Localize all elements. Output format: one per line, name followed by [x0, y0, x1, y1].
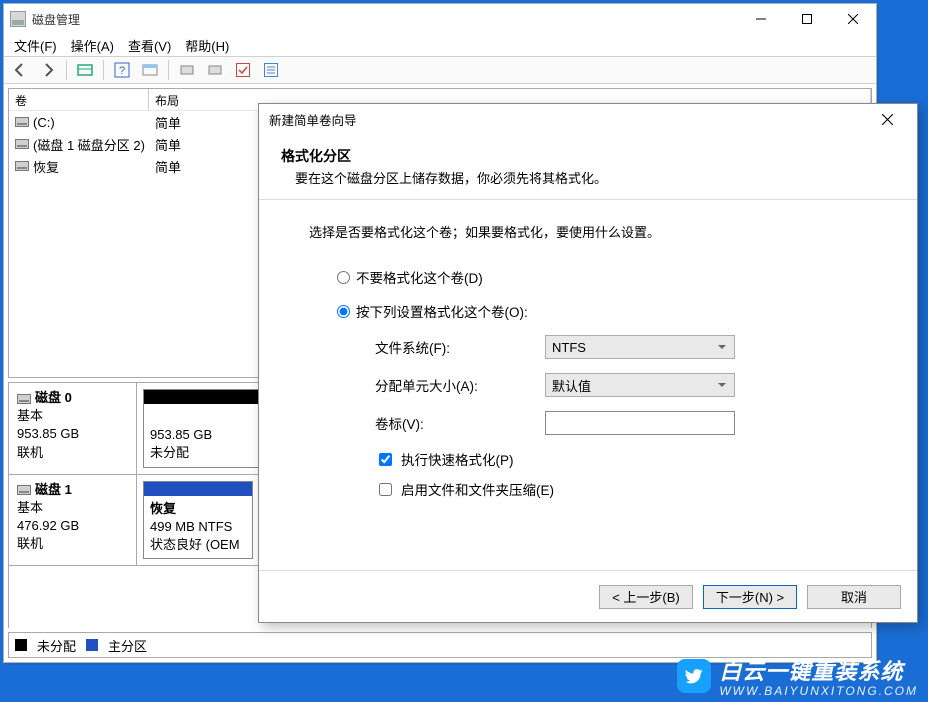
col-volume[interactable]: 卷: [9, 89, 149, 111]
dialog-footer: < 上一步(B) 下一步(N) > 取消: [259, 570, 917, 622]
watermark-brand: 白云一键重装系统: [719, 659, 903, 684]
menu-help[interactable]: 帮助(H): [185, 36, 229, 55]
menu-view[interactable]: 查看(V): [128, 36, 171, 55]
volume-icon: [15, 117, 29, 127]
combo-allocation[interactable]: 默认值: [545, 373, 735, 397]
disk-label: 磁盘 1 基本 476.92 GB 联机: [9, 475, 137, 566]
checkbox-compression-label: 启用文件和文件夹压缩(E): [401, 479, 554, 499]
checkbox-quick-format-label: 执行快速格式化(P): [401, 449, 514, 469]
checkbox-quick-format[interactable]: [379, 453, 392, 466]
window-title: 磁盘管理: [32, 11, 80, 28]
dialog-close-button[interactable]: [867, 104, 907, 134]
partition-bar: [144, 482, 252, 496]
help-icon[interactable]: ?: [110, 59, 134, 81]
radio-do-format[interactable]: [337, 305, 350, 318]
watermark-bird-icon: [677, 659, 711, 693]
svg-text:?: ?: [119, 65, 125, 77]
app-icon: [10, 11, 26, 27]
new-simple-volume-wizard: 新建简单卷向导 格式化分区 要在这个磁盘分区上储存数据，你必须先将其格式化。 选…: [258, 103, 918, 623]
dialog-instruction: 选择是否要格式化这个卷；如果要格式化，要使用什么设置。: [309, 222, 867, 241]
dialog-heading: 格式化分区: [281, 146, 895, 166]
label-allocation: 分配单元大小(A):: [375, 375, 545, 395]
toolbar-icon-3[interactable]: [175, 59, 199, 81]
radio-no-format-label: 不要格式化这个卷(D): [356, 267, 483, 287]
checkbox-compression[interactable]: [379, 483, 392, 496]
disk-icon: [17, 485, 31, 495]
menubar: 文件(F) 操作(A) 查看(V) 帮助(H): [4, 34, 876, 56]
toolbar-check-icon[interactable]: [231, 59, 255, 81]
next-button[interactable]: 下一步(N) >: [703, 585, 797, 609]
dialog-title: 新建简单卷向导: [269, 110, 357, 129]
maximize-button[interactable]: [784, 4, 830, 34]
label-volume-label: 卷标(V):: [375, 413, 545, 433]
toolbar: ?: [4, 56, 876, 84]
legend-swatch-primary: [86, 639, 98, 651]
input-volume-label[interactable]: [545, 411, 735, 435]
cancel-button[interactable]: 取消: [807, 585, 901, 609]
watermark-domain: WWW.BAIYUNXITONG.COM: [719, 684, 918, 698]
menu-file[interactable]: 文件(F): [14, 36, 57, 55]
toolbar-icon-2[interactable]: [138, 59, 162, 81]
dialog-titlebar[interactable]: 新建简单卷向导: [259, 104, 917, 134]
menu-action[interactable]: 操作(A): [71, 36, 114, 55]
radio-no-format[interactable]: [337, 271, 350, 284]
disk-icon: [17, 394, 31, 404]
forward-button[interactable]: [36, 59, 60, 81]
legend-swatch-unalloc: [15, 639, 27, 651]
volume-icon: [15, 161, 29, 171]
back-button[interactable]: [8, 59, 32, 81]
minimize-button[interactable]: [738, 4, 784, 34]
back-button[interactable]: < 上一步(B): [599, 585, 693, 609]
toolbar-icon-4[interactable]: [203, 59, 227, 81]
combo-filesystem[interactable]: NTFS: [545, 335, 735, 359]
dialog-subheading: 要在这个磁盘分区上储存数据，你必须先将其格式化。: [295, 168, 895, 187]
volume-icon: [15, 139, 29, 149]
watermark: 白云一键重装系统 WWW.BAIYUNXITONG.COM: [677, 654, 922, 698]
titlebar[interactable]: 磁盘管理: [4, 4, 876, 34]
disk-label: 磁盘 0 基本 953.85 GB 联机: [9, 383, 137, 474]
close-button[interactable]: [830, 4, 876, 34]
label-filesystem: 文件系统(F):: [375, 337, 545, 357]
toolbar-icon-1[interactable]: [73, 59, 97, 81]
partition-lane[interactable]: 恢复499 MB NTFS状态良好 (OEM: [143, 481, 253, 560]
toolbar-list-icon[interactable]: [259, 59, 283, 81]
radio-do-format-label: 按下列设置格式化这个卷(O):: [356, 301, 528, 321]
